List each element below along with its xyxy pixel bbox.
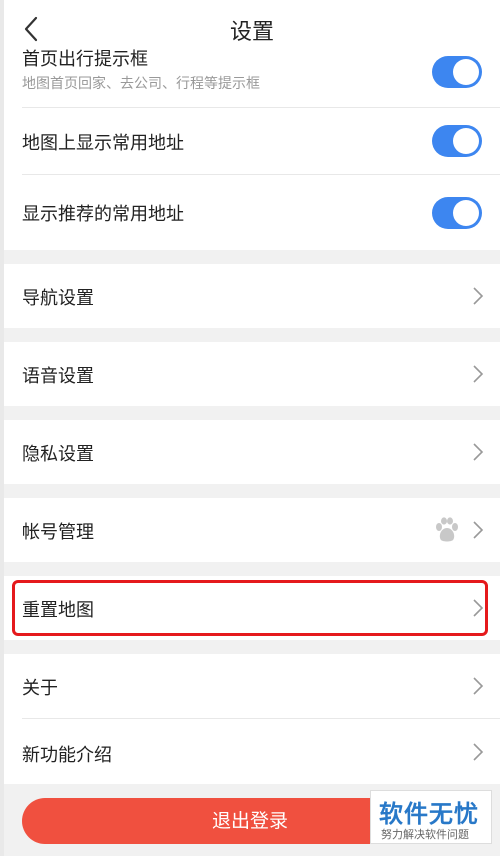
toggle-row-recommended-address[interactable]: 显示推荐的常用地址 <box>4 175 500 250</box>
toggle-label: 地图上显示常用地址 <box>22 133 184 154</box>
baidu-paw-icon <box>436 517 458 542</box>
chevron-right-icon <box>473 287 484 305</box>
toggle-sublabel: 地图首页回家、去公司、行程等提示框 <box>22 76 260 92</box>
toggle-row-common-address[interactable]: 地图上显示常用地址 <box>4 108 500 174</box>
toggle-knob <box>453 200 479 226</box>
menu-label: 新功能介绍 <box>22 745 112 766</box>
toggle-row-trip-tips[interactable]: 首页出行提示框 地图首页回家、去公司、行程等提示框 <box>4 45 500 107</box>
toggle-switch-recommended-address[interactable] <box>432 197 482 229</box>
menu-item-privacy[interactable]: 隐私设置 <box>4 420 500 484</box>
menu-item-about[interactable]: 关于 <box>4 654 500 718</box>
highlight-box <box>12 580 488 636</box>
chevron-right-icon <box>473 743 484 761</box>
menu-label: 导航设置 <box>22 288 94 309</box>
info-group: 关于 新功能介绍 <box>4 654 500 784</box>
chevron-right-icon <box>473 365 484 383</box>
toggle-knob <box>453 128 479 154</box>
menu-label: 隐私设置 <box>22 444 94 465</box>
watermark-logo: 软件无忧 努力解决软件问题 <box>370 790 492 844</box>
watermark-main-text: 软件无忧 <box>379 800 479 828</box>
watermark-sub-text: 努力解决软件问题 <box>381 828 469 841</box>
chevron-right-icon <box>473 521 484 539</box>
toggle-knob <box>453 59 479 85</box>
toggle-label: 首页出行提示框 <box>22 49 148 70</box>
toggle-switch-common-address[interactable] <box>432 125 482 157</box>
toggle-switch-trip-tips[interactable] <box>432 56 482 88</box>
page-title: 设置 <box>229 20 274 45</box>
menu-item-new-features[interactable]: 新功能介绍 <box>4 719 500 784</box>
menu-label: 帐号管理 <box>22 522 94 543</box>
menu-item-voice[interactable]: 语音设置 <box>4 342 500 406</box>
toggle-label: 显示推荐的常用地址 <box>22 204 184 225</box>
menu-item-account[interactable]: 帐号管理 <box>4 498 500 562</box>
menu-item-navigation[interactable]: 导航设置 <box>4 264 500 328</box>
chevron-right-icon <box>473 443 484 461</box>
menu-label: 语音设置 <box>22 366 94 387</box>
display-toggles-group: 首页出行提示框 地图首页回家、去公司、行程等提示框 地图上显示常用地址 显示推荐… <box>4 45 500 250</box>
chevron-right-icon <box>473 677 484 695</box>
menu-label: 关于 <box>22 678 58 699</box>
